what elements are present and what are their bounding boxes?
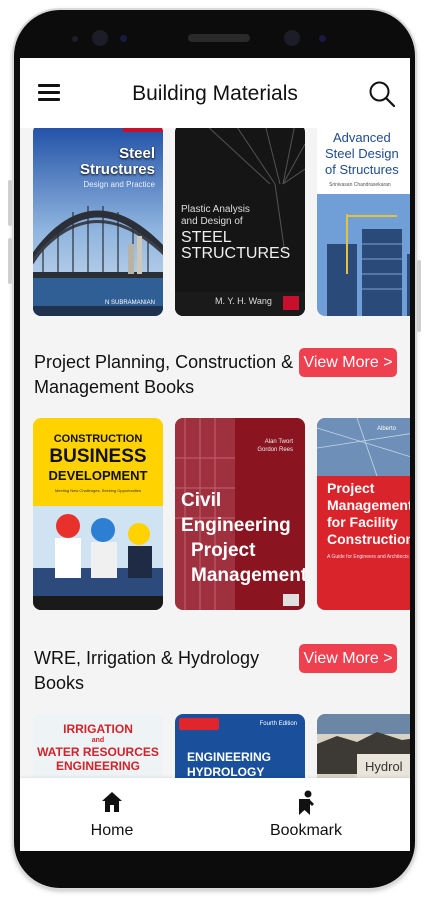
book-subtitle: Meeting New Challenges, Seeking Opportun… xyxy=(54,488,142,493)
nav-bookmark[interactable]: Bookmark xyxy=(246,786,366,846)
book-title: Plastic Analysis and Design of STEEL STR… xyxy=(181,204,291,262)
book-title: Project Management for Facility Construc… xyxy=(327,480,410,547)
book-cover-engineering-hydrology[interactable]: Fourth Edition ENGINEERING HYDROLOGY xyxy=(175,714,305,778)
phone-frame: Building Materials Steel Structures Desi… xyxy=(8,10,421,888)
bottom-navigation: Home Bookmark xyxy=(20,778,410,851)
book-title: Steel Structures xyxy=(79,145,155,178)
nav-home-label: Home xyxy=(90,822,134,839)
book-row-project-management: CONSTRUCTION BUSINESS DEVELOPMENT Meetin… xyxy=(33,418,410,618)
book-author: Alberto xyxy=(377,426,397,432)
app-screen: Building Materials Steel Structures Desi… xyxy=(20,58,410,851)
book-cover-construction-business-development[interactable]: CONSTRUCTION BUSINESS DEVELOPMENT Meetin… xyxy=(33,418,163,610)
volume-up-button xyxy=(8,180,12,226)
power-button xyxy=(417,260,421,332)
book-title: Hydrol xyxy=(365,759,403,774)
book-cover-steel-structures[interactable]: Steel Structures Design and Practice N S… xyxy=(33,128,163,316)
book-cover-plastic-analysis[interactable]: Plastic Analysis and Design of STEEL STR… xyxy=(175,128,305,316)
iris-camera xyxy=(284,30,300,46)
book-cover-hydrology[interactable]: Hydrol xyxy=(317,714,410,778)
book-cover-project-management-facility-construction[interactable]: Alberto Project Management for Facility … xyxy=(317,418,410,610)
nav-bookmark-label: Bookmark xyxy=(269,822,343,839)
book-author: M. Y. H. Wang xyxy=(215,296,272,306)
front-camera xyxy=(92,30,108,46)
book-cover-civil-engineering-project-management[interactable]: Alan Twort Gordon Rees Civil Engineering… xyxy=(175,418,305,610)
sensor-dot xyxy=(319,35,326,42)
view-more-button[interactable]: View More > xyxy=(299,644,397,673)
book-cover-irrigation-water-resources[interactable]: IRRIGATION and WATER RESOURCES ENGINEERI… xyxy=(33,714,163,778)
book-title: Civil Engineering Project Management xyxy=(181,490,305,586)
book-author: N SUBRAMANIAN xyxy=(104,300,155,306)
nav-home[interactable]: Home xyxy=(52,786,172,846)
volume-down-button xyxy=(8,238,12,284)
bookmark-person-icon xyxy=(299,790,314,815)
page-title: Building Materials xyxy=(132,82,298,105)
book-edition: Fourth Edition xyxy=(259,721,297,727)
book-row-hydrology: IRRIGATION and WATER RESOURCES ENGINEERI… xyxy=(33,714,410,778)
book-title: IRRIGATION and WATER RESOURCES ENGINEERI… xyxy=(37,722,159,773)
book-row-steel: Steel Structures Design and Practice N S… xyxy=(33,128,410,324)
app-bar: Building Materials xyxy=(20,58,410,128)
view-more-button[interactable]: View More > xyxy=(299,348,397,377)
book-cover-advanced-steel-design[interactable]: Advanced Steel Design of Structures Srin… xyxy=(317,128,410,316)
content-scroll-area[interactable]: Steel Structures Design and Practice N S… xyxy=(20,128,410,778)
book-title: CONSTRUCTION BUSINESS DEVELOPMENT xyxy=(48,433,148,483)
book-title: ENGINEERING HYDROLOGY xyxy=(187,750,272,778)
earpiece-speaker xyxy=(188,34,250,42)
book-subtitle: A Guide for Engineers and Architects xyxy=(327,554,409,560)
book-author: Srinivasan Chandrasekaran xyxy=(329,182,391,188)
section-title: Project Planning, Construction & Managem… xyxy=(34,352,294,397)
sensor-dot xyxy=(120,35,127,42)
search-icon[interactable] xyxy=(368,80,396,108)
book-authors: Alan Twort Gordon Rees xyxy=(257,439,293,453)
book-title: Advanced Steel Design of Structures xyxy=(325,130,399,177)
section-title: WRE, Irrigation & Hydrology Books xyxy=(34,648,260,693)
sensor-dot xyxy=(72,36,78,42)
home-icon xyxy=(102,792,122,812)
book-subtitle: Design and Practice xyxy=(83,180,155,189)
